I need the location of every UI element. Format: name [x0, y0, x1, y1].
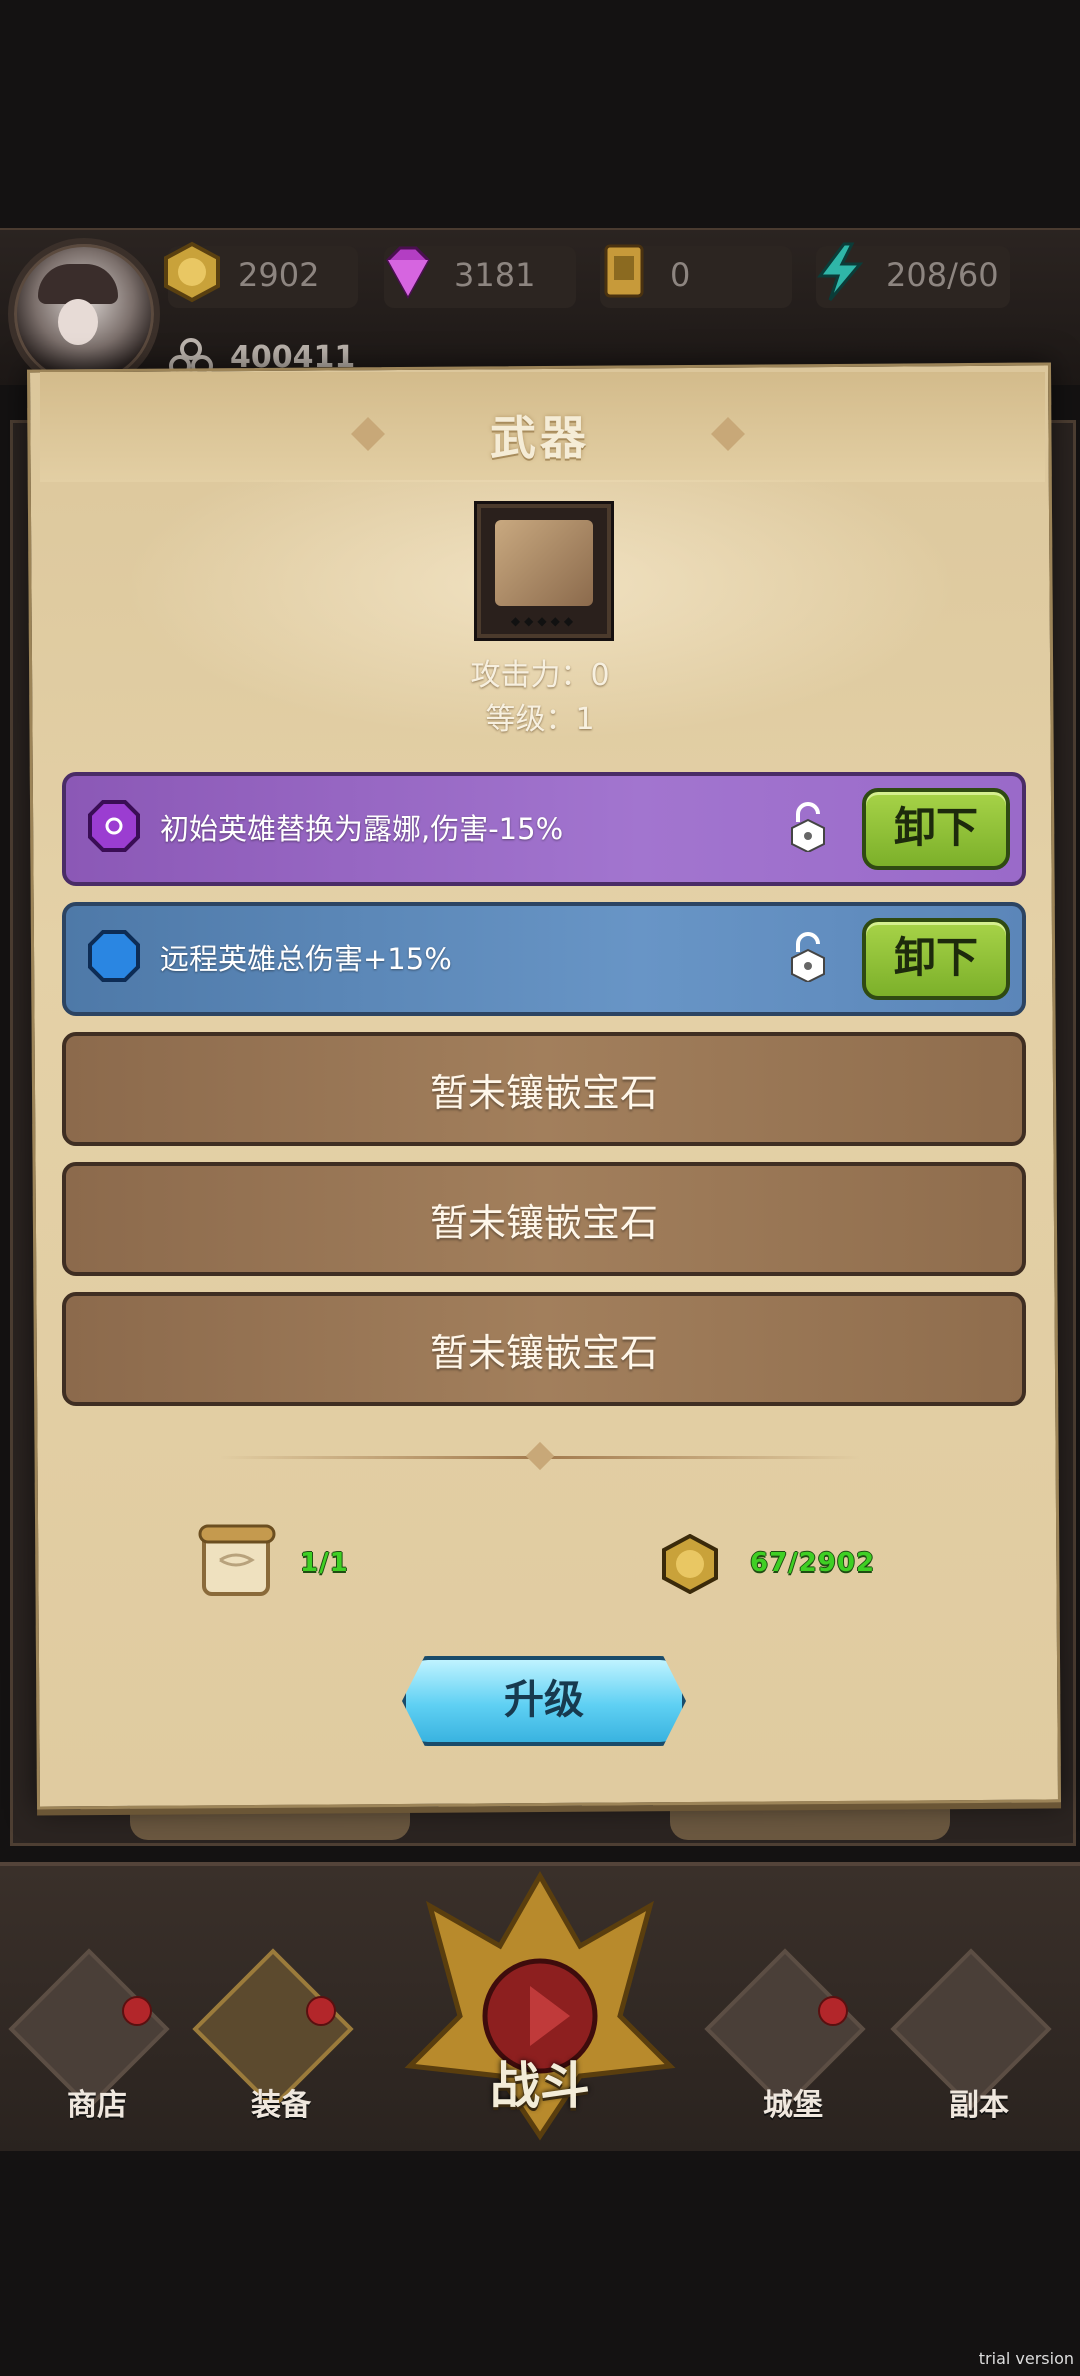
- nav-castle-label: 城堡: [763, 2088, 823, 2123]
- energy-counter[interactable]: 208/60: [816, 242, 1010, 308]
- dialog-title: 武器: [490, 411, 590, 465]
- weapon-slot[interactable]: ◆◆◆◆◆: [477, 504, 611, 638]
- gem-slot-5-text: 暂未镶嵌宝石: [429, 1331, 658, 1375]
- nav-equip-label: 装备: [251, 2088, 311, 2123]
- nav-equip[interactable]: 装备: [192, 1948, 356, 2123]
- gem-slot-3-text: 暂未镶嵌宝石: [429, 1071, 658, 1115]
- gem-counter[interactable]: 3181: [384, 246, 576, 308]
- scroll-icon: [198, 1524, 276, 1596]
- watermark: trial version: [978, 2349, 1074, 2368]
- scroll-cost: 1/1: [300, 1548, 349, 1578]
- nav-dungeon[interactable]: 副本: [890, 1948, 1054, 2123]
- avatar-face: [58, 299, 98, 345]
- gem-slot-4-text: 暂未镶嵌宝石: [429, 1201, 658, 1245]
- gold-cost: 67/2902: [750, 1548, 876, 1578]
- gold-counter[interactable]: 2902: [164, 241, 358, 308]
- ticket-value: 0: [670, 256, 691, 294]
- gold-coin-icon: [164, 241, 220, 303]
- gem-slot-2: 远程英雄总伤害+15% 卸下: [62, 902, 1026, 1016]
- ticket-counter[interactable]: 0: [600, 244, 792, 308]
- nav-battle[interactable]: 战斗: [390, 1866, 690, 2146]
- weapon-star-rating: ◆◆◆◆◆: [510, 614, 578, 628]
- nav-shop[interactable]: 商店: [8, 1948, 172, 2123]
- upgrade-button[interactable]: 升级: [402, 1656, 686, 1746]
- gem-slot-2-text: 远程英雄总伤害+15%: [160, 942, 452, 976]
- notification-badge: [122, 1996, 152, 2026]
- gem-slot-1: 初始英雄替换为露娜,伤害-15% 卸下: [62, 772, 1026, 886]
- nav-dungeon-label: 副本: [949, 2088, 1009, 2123]
- lightning-energy-icon: [817, 242, 864, 301]
- gem-slot-3[interactable]: 暂未镶嵌宝石: [62, 1032, 1026, 1146]
- ticket-card-icon: [604, 244, 644, 298]
- notification-badge: [818, 1996, 848, 2026]
- player-avatar[interactable]: [8, 238, 160, 390]
- nav-shop-label: 商店: [67, 2088, 127, 2123]
- unload-button-2[interactable]: 卸下: [862, 918, 1010, 1000]
- gold-value: 2902: [238, 256, 320, 294]
- attack-stat: 攻击力：0: [470, 658, 610, 693]
- purple-gem-icon: [88, 800, 140, 852]
- weapon-icon: [495, 520, 593, 606]
- gem-slot-5[interactable]: 暂未镶嵌宝石: [62, 1292, 1026, 1406]
- nav-battle-label: 战斗: [490, 2057, 590, 2115]
- notification-badge: [306, 1996, 336, 2026]
- gold-coin-icon: [662, 1534, 718, 1594]
- level-stat: 等级：1: [485, 702, 595, 737]
- gem-slot-4[interactable]: 暂未镶嵌宝石: [62, 1162, 1026, 1276]
- unlock-icon[interactable]: [788, 930, 828, 982]
- unload-button-1[interactable]: 卸下: [862, 788, 1010, 870]
- nav-castle[interactable]: 城堡: [704, 1948, 868, 2123]
- gem-slot-1-text: 初始英雄替换为露娜,伤害-15%: [160, 812, 564, 846]
- purple-gem-icon: [386, 246, 430, 300]
- unlock-icon[interactable]: [788, 800, 828, 852]
- gem-value: 3181: [454, 256, 536, 294]
- blue-gem-icon: [88, 930, 140, 982]
- avatar-hat: [38, 264, 118, 304]
- energy-value: 208/60: [886, 256, 999, 294]
